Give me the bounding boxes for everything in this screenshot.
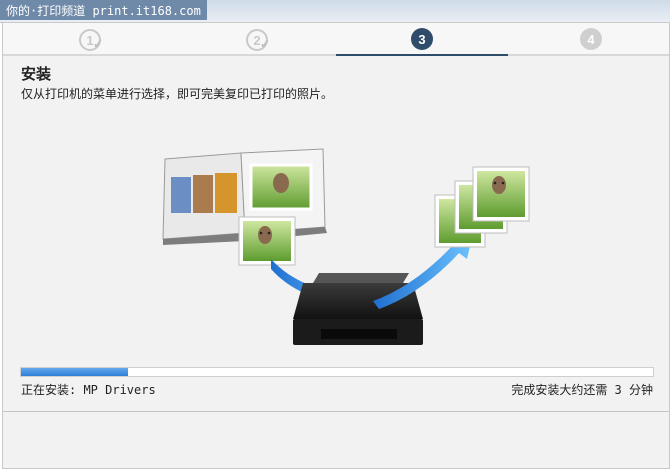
printer-icon (293, 273, 423, 345)
check-icon: ✓ (93, 37, 104, 51)
step-indicator: 1 ✓ 2 ✓ 3 4 (3, 23, 669, 56)
photo-stack-icon (434, 166, 530, 248)
installer-dialog: 1 ✓ 2 ✓ 3 4 安装 仅从打印机的菜单进行选择，即可完美复印已打印的照片… (2, 22, 670, 469)
install-progress-fill (21, 368, 129, 376)
copy-photo-illustration (162, 148, 530, 345)
page-title: 安装 (21, 65, 52, 83)
check-icon: ✓ (260, 37, 271, 51)
photo-card-icon (238, 216, 296, 266)
page-subtitle: 仅从打印机的菜单进行选择，即可完美复印已打印的照片。 (21, 87, 334, 101)
step-1: 1 ✓ (79, 29, 104, 51)
install-progress-bar (20, 367, 654, 377)
step-3-label: 3 (418, 31, 426, 47)
step-2: 2 ✓ (246, 29, 271, 51)
step-4-label: 4 (587, 31, 595, 47)
install-status-text: 正在安装: MP Drivers (21, 383, 156, 397)
divider (3, 411, 669, 412)
step-3: 3 (411, 28, 433, 50)
watermark: 你的·打印频道 print.it168.com (0, 0, 207, 20)
step-track-active (336, 54, 508, 56)
step-4: 4 (580, 28, 602, 50)
install-time-remaining: 完成安装大约还需 3 分钟 (511, 383, 653, 397)
